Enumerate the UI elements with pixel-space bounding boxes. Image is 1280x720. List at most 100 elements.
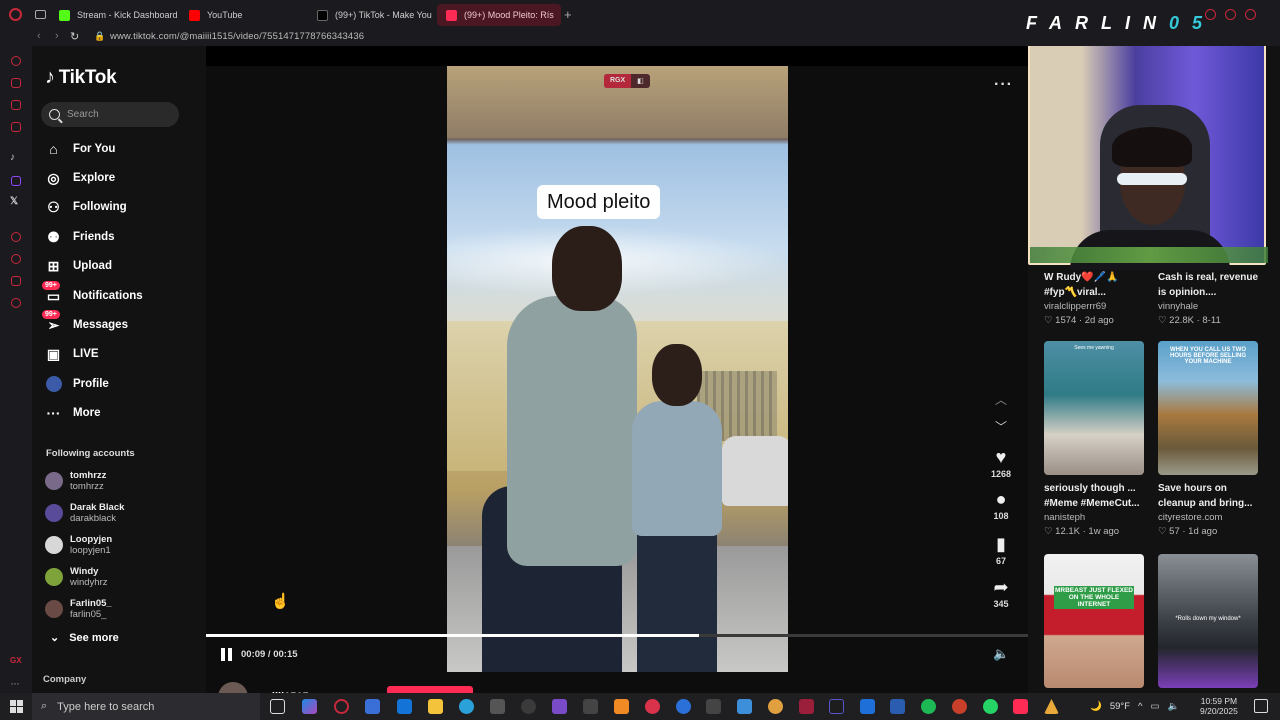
video-thumbnail[interactable]: WHEN YOU CALL US TWO HOURS BEFORE SELLIN…	[1158, 341, 1258, 475]
bag-icon[interactable]	[11, 78, 21, 88]
app-icon[interactable]	[768, 699, 783, 714]
outlook-icon[interactable]	[397, 699, 412, 714]
more-options-icon[interactable]: ···	[994, 76, 1013, 94]
search-box[interactable]: Search	[41, 102, 179, 127]
menu-for-you[interactable]: ⌂ For You	[45, 138, 115, 160]
see-more-button[interactable]: ⌄ See more	[50, 631, 119, 645]
weather-temp[interactable]: 59°F	[1110, 701, 1130, 712]
menu-icon[interactable]	[1245, 9, 1256, 20]
tiktok-sidebar-icon[interactable]: ♪	[10, 152, 15, 163]
whatsapp-icon[interactable]	[983, 699, 998, 714]
clock-icon[interactable]	[11, 254, 21, 264]
x-icon[interactable]: 𝕏	[10, 196, 18, 207]
app-icon[interactable]	[860, 699, 875, 714]
windows-start-icon[interactable]	[10, 700, 23, 713]
cube-icon[interactable]	[11, 276, 21, 286]
twitch-icon[interactable]	[11, 176, 21, 186]
nzxt-icon[interactable]	[799, 699, 814, 714]
following-account[interactable]: Darak Black darakblack	[45, 502, 124, 524]
history-icon[interactable]	[11, 56, 21, 66]
vlc-icon[interactable]	[614, 699, 629, 714]
menu-friends[interactable]: ⚉ Friends	[45, 226, 114, 248]
volume-icon[interactable]: 🔈	[993, 646, 1009, 662]
opera-logo-icon[interactable]	[9, 8, 22, 21]
url-field[interactable]: www.tiktok.com/@maiiii1515/video/7551471…	[110, 31, 364, 42]
app-icon[interactable]	[676, 699, 691, 714]
menu-notifications[interactable]: ▭ 99+ Notifications	[42, 280, 143, 307]
xbox-icon[interactable]	[490, 699, 505, 714]
tab-youtube[interactable]: YouTube	[180, 4, 300, 26]
taskbar-search[interactable]: ⌕ Type here to search	[32, 693, 260, 720]
chevron-up-icon[interactable]: ︿	[995, 391, 1007, 408]
chevron-down-icon[interactable]: ﹀	[995, 418, 1007, 435]
chat-icon[interactable]	[11, 100, 21, 110]
following-account[interactable]: Windy windyhrz	[45, 566, 108, 588]
weather-icon[interactable]: 🌙	[1090, 701, 1102, 712]
app-icon[interactable]	[829, 699, 844, 714]
play-circle-icon[interactable]	[11, 232, 21, 242]
opera-gx-icon[interactable]	[334, 699, 349, 714]
messenger-icon[interactable]	[11, 122, 21, 132]
overlay-tag[interactable]: RGX ◧	[604, 74, 650, 88]
spotify-icon[interactable]	[921, 699, 936, 714]
reload-icon[interactable]: ↻	[70, 30, 79, 43]
menu-messages[interactable]: ➢ 99+ Messages	[42, 309, 128, 336]
menu-explore[interactable]: ◎ Explore	[45, 167, 115, 189]
video-thumbnail[interactable]: *Rolls down my window*	[1158, 554, 1258, 688]
volume-icon[interactable]: 🔈	[1167, 701, 1179, 712]
like-button[interactable]: ♥ 1268	[985, 448, 1017, 479]
search-input[interactable]: Search	[67, 109, 99, 120]
comment-button[interactable]: ● 108	[985, 490, 1017, 521]
obs-icon[interactable]	[521, 699, 536, 714]
app-icon[interactable]	[737, 699, 752, 714]
app-icon[interactable]	[583, 699, 598, 714]
task-view-icon[interactable]	[270, 699, 285, 714]
share-button[interactable]: ➦ 345	[985, 578, 1017, 609]
store-icon[interactable]	[365, 699, 380, 714]
tiktok-icon[interactable]	[1013, 699, 1028, 714]
save-button[interactable]: ▮ 67	[985, 535, 1017, 566]
media-player-icon[interactable]	[645, 699, 660, 714]
taskbar-clock[interactable]: 10:59 PM 9/20/2025	[1200, 696, 1238, 716]
video-frame[interactable]: Mood pleito RGX ◧	[447, 66, 788, 672]
meta-icon[interactable]	[890, 699, 905, 714]
taskbar-search-input[interactable]: Type here to search	[57, 701, 154, 713]
menu-upload[interactable]: ⊞ Upload	[45, 255, 112, 277]
app-icon[interactable]	[952, 699, 967, 714]
new-tab-button[interactable]: +	[564, 7, 572, 22]
network-icon[interactable]: ▭	[1150, 701, 1159, 712]
chevron-up-icon[interactable]: ^	[1138, 701, 1142, 712]
following-account[interactable]: Farlin05_ farlin05_	[45, 598, 112, 620]
notification-center-icon[interactable]	[1254, 699, 1268, 713]
app-icon[interactable]	[706, 699, 721, 714]
copilot-icon[interactable]	[302, 699, 317, 714]
forward-icon[interactable]: ›	[55, 30, 59, 42]
following-account[interactable]: Loopyjen loopyjen1	[45, 534, 112, 556]
file-explorer-icon[interactable]	[428, 699, 443, 714]
settings-icon[interactable]	[11, 298, 21, 308]
progress-bar[interactable]	[206, 634, 1028, 637]
tab-overview-icon[interactable]	[35, 10, 46, 19]
menu-profile[interactable]: Profile	[45, 373, 109, 395]
recommended-card[interactable]: seriously though ... #Meme #MemeCut... n…	[1044, 481, 1144, 539]
more-dots-icon[interactable]: ···	[10, 676, 20, 690]
tiktok-logo[interactable]: ♪ TikTok	[45, 66, 117, 89]
following-account[interactable]: tomhrzz tomhrzz	[45, 470, 106, 492]
tab-tiktok-video[interactable]: (99+) Mood Pleito: Rís	[437, 4, 561, 26]
edge-icon[interactable]	[459, 699, 474, 714]
menu-more[interactable]: ··· More	[45, 402, 101, 424]
menu-live[interactable]: ▣ LIVE	[45, 343, 99, 365]
back-icon[interactable]: ‹	[37, 30, 41, 42]
recommended-card[interactable]: Cash is real, revenue is opinion.... vin…	[1158, 270, 1258, 328]
recommended-card[interactable]: W Rudy❤️🖊️🙏 #fyp〽️viral... viralclipperr…	[1044, 270, 1144, 328]
pause-icon[interactable]	[221, 648, 233, 661]
gx-icon[interactable]: GX	[10, 656, 22, 665]
app-icon[interactable]	[552, 699, 567, 714]
tab-kick-dashboard[interactable]: Stream - Kick Dashboard	[50, 4, 178, 26]
video-thumbnail[interactable]: MRBEAST JUST FLEXED ON THE WHOLE INTERNE…	[1044, 554, 1144, 688]
recommended-card[interactable]: Save hours on cleanup and bring... cityr…	[1158, 481, 1258, 539]
menu-following[interactable]: ⚇ Following	[45, 196, 126, 218]
search-icon[interactable]	[1205, 9, 1216, 20]
video-thumbnail[interactable]: Sees me yawning	[1044, 341, 1144, 475]
company-link[interactable]: Company	[43, 674, 86, 685]
